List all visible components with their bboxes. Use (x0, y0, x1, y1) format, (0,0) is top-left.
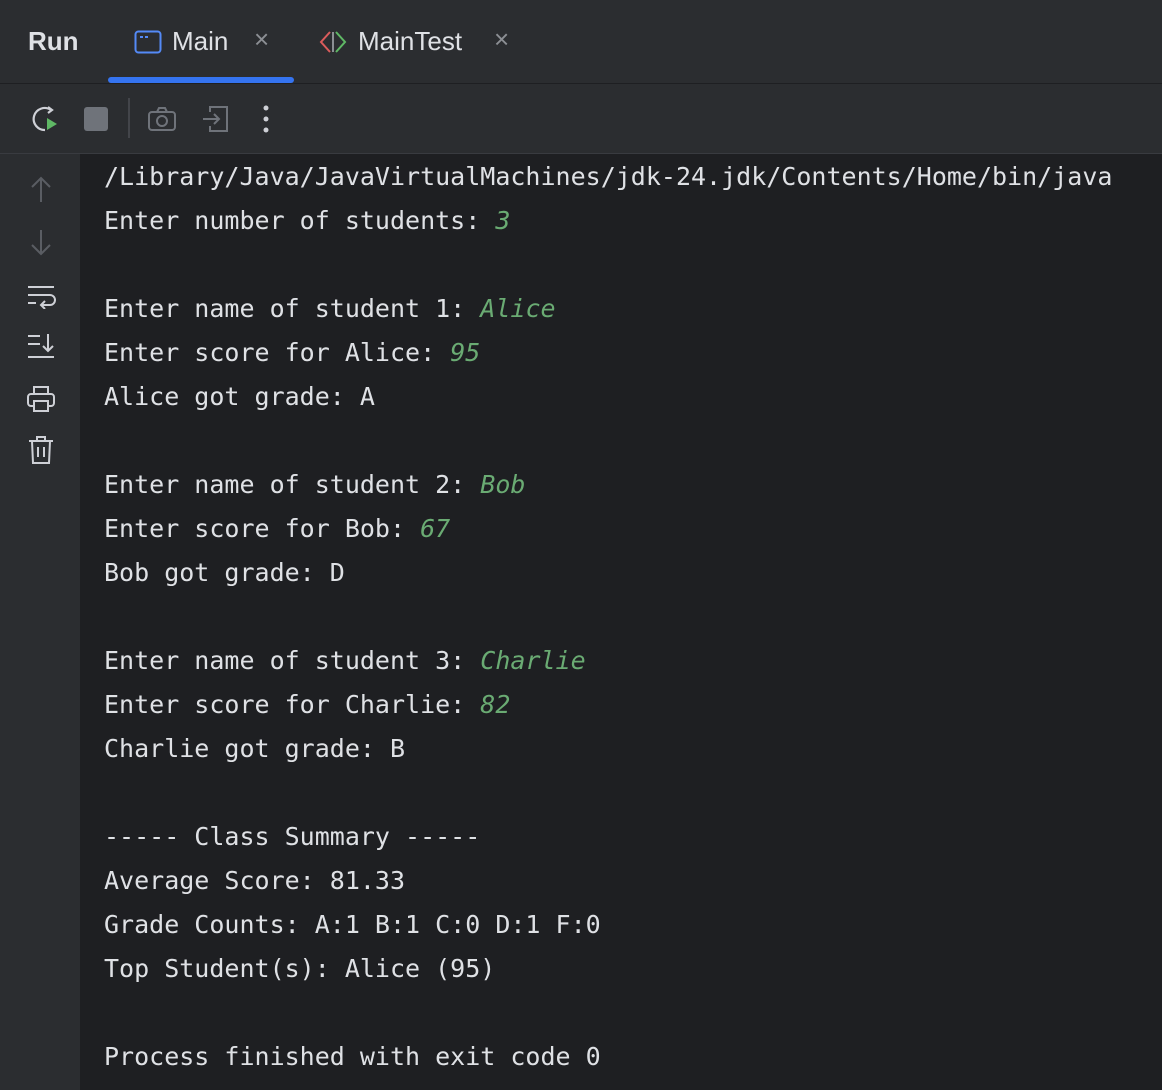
console-line: ----- Class Summary ----- (104, 815, 480, 859)
screenshot-icon[interactable] (145, 102, 179, 136)
console-user-input: 67 (420, 514, 451, 543)
trash-icon[interactable] (24, 433, 58, 467)
console-line: Process finished with exit code 0 (104, 1035, 601, 1079)
console-output-text: Charlie got grade: B (104, 734, 406, 763)
console-side-toolbar (0, 154, 80, 1090)
test-diamond-icon (318, 30, 348, 59)
console-user-input: 82 (480, 690, 511, 719)
console-output-text: Top Student(s): Alice (95) (104, 954, 496, 983)
console-output-text: Enter number of students: (104, 206, 496, 235)
toolbar-separator (128, 98, 130, 138)
console-output-text: Grade Counts: A:1 B:1 C:0 D:1 F:0 (104, 910, 601, 939)
console-line: Charlie got grade: B (104, 727, 405, 771)
soft-wrap-icon[interactable] (24, 279, 58, 313)
tab-main-label: Main (172, 26, 229, 56)
console-output-text: Enter score for Alice: (104, 338, 451, 367)
close-icon[interactable]: × (494, 24, 509, 55)
console-output-text: Enter name of student 2: (104, 470, 481, 499)
console-output-text: Bob got grade: D (104, 558, 345, 587)
console-user-input: 3 (495, 206, 511, 235)
console-output-text: Alice got grade: A (104, 382, 375, 411)
tab-maintest-label: MainTest (358, 26, 463, 56)
run-label: Run (28, 26, 79, 56)
console-output-text: Enter name of student 3: (104, 646, 481, 675)
console-output-text: Average Score: 81.33 (104, 866, 406, 895)
console-user-input: Charlie (480, 646, 586, 675)
console-output[interactable]: /Library/Java/JavaVirtualMachines/jdk-24… (80, 154, 1162, 1090)
console-line: Enter name of student 3: Charlie (104, 639, 586, 683)
print-icon[interactable] (24, 382, 58, 416)
console-output-text: ----- Class Summary ----- (104, 822, 481, 851)
console-line: Enter name of student 2: Bob (104, 463, 525, 507)
attach-icon[interactable] (198, 102, 232, 136)
console-user-input: Bob (480, 470, 526, 499)
console-output-text: Process finished with exit code 0 (104, 1042, 601, 1071)
console-line: Enter score for Alice: 95 (104, 331, 480, 375)
console-output-text: Enter name of student 1: (104, 294, 481, 323)
console-output-text: Enter score for Bob: (104, 514, 421, 543)
arrow-up-icon[interactable] (24, 173, 58, 207)
run-tool-window-header: Run Main × MainTest × (0, 0, 1162, 84)
console-line: Enter name of student 1: Alice (104, 287, 556, 331)
console-line: Enter score for Charlie: 82 (104, 683, 510, 727)
console-line: Top Student(s): Alice (95) (104, 947, 495, 991)
rerun-icon[interactable] (28, 102, 62, 136)
console-line: Bob got grade: D (104, 551, 345, 595)
arrow-down-icon[interactable] (24, 225, 58, 259)
console-line: Average Score: 81.33 (104, 859, 405, 903)
tab-maintest[interactable]: MainTest × (308, 0, 522, 84)
console-user-input: Alice (480, 294, 556, 323)
console-user-input: 95 (450, 338, 481, 367)
console-line: Enter score for Bob: 67 (104, 507, 450, 551)
active-tab-indicator (108, 77, 294, 83)
console-output-text: /Library/Java/JavaVirtualMachines/jdk-24… (104, 162, 1113, 191)
console-line: Alice got grade: A (104, 375, 375, 419)
console-window-icon (134, 30, 162, 59)
scroll-to-end-icon[interactable] (24, 329, 58, 363)
console-line: Grade Counts: A:1 B:1 C:0 D:1 F:0 (104, 903, 601, 947)
tab-main[interactable]: Main × (108, 0, 294, 84)
console-line: Enter number of students: 3 (104, 199, 510, 243)
run-toolbar (0, 84, 1162, 154)
more-icon[interactable] (249, 102, 283, 136)
stop-icon[interactable] (79, 102, 113, 136)
console-line: /Library/Java/JavaVirtualMachines/jdk-24… (104, 155, 1112, 199)
close-icon[interactable]: × (254, 24, 269, 55)
console-output-text: Enter score for Charlie: (104, 690, 481, 719)
